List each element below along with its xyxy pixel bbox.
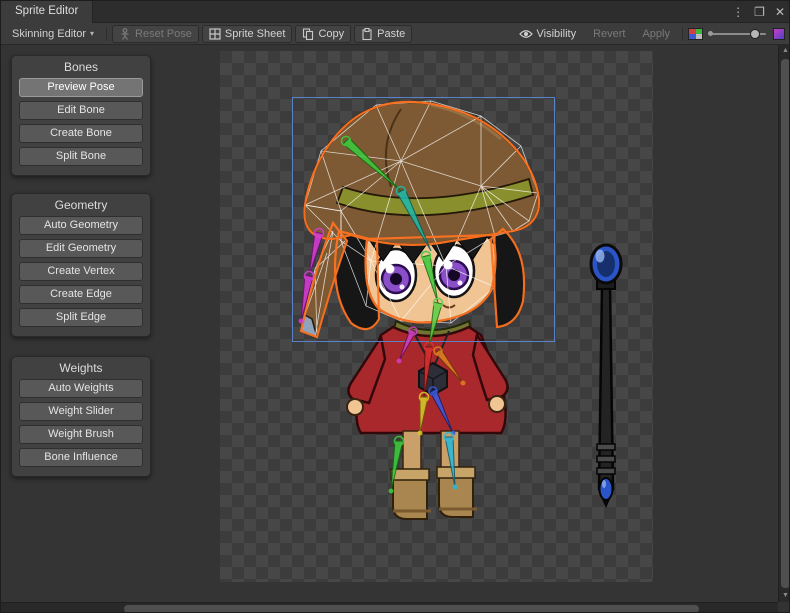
scrollbar-corner xyxy=(778,602,790,613)
window-menu-icon[interactable]: ⋮ xyxy=(732,5,744,19)
toolbar-separator xyxy=(106,27,107,41)
paste-button[interactable]: Paste xyxy=(354,25,412,43)
geometry-panel-title: Geometry xyxy=(12,194,150,216)
scroll-down-arrow-icon[interactable]: ▼ xyxy=(779,590,790,602)
apply-label: Apply xyxy=(642,28,670,40)
horizontal-scrollbar[interactable] xyxy=(1,602,778,613)
bone-gizmo[interactable] xyxy=(418,393,429,436)
bone-gizmo[interactable] xyxy=(429,387,456,436)
paste-label: Paste xyxy=(377,28,405,40)
mode-dropdown-label: Skinning Editor xyxy=(12,28,86,40)
weight-slider-button[interactable]: Weight Slider xyxy=(19,402,143,421)
bone-gizmo[interactable] xyxy=(389,437,404,494)
chevron-down-icon: ▾ xyxy=(90,29,94,38)
reset-pose-label: Reset Pose xyxy=(135,28,192,40)
auto-geometry-button[interactable]: Auto Geometry xyxy=(19,216,143,235)
eye-icon xyxy=(519,29,533,39)
titlebar: Sprite Editor ⋮ ❐ ✕ xyxy=(1,1,789,23)
horizontal-scrollbar-thumb[interactable] xyxy=(124,605,699,613)
sprite-editor-window: Sprite Editor ⋮ ❐ ✕ Skinning Editor ▾ Re… xyxy=(0,0,790,613)
scroll-up-arrow-icon[interactable]: ▲ xyxy=(779,45,790,57)
create-bone-button[interactable]: Create Bone xyxy=(19,124,143,143)
geometry-panel: Geometry Auto Geometry Edit Geometry Cre… xyxy=(11,193,151,337)
bone-gizmo[interactable] xyxy=(299,229,324,324)
bones-panel-title: Bones xyxy=(12,56,150,78)
paste-icon xyxy=(361,28,373,40)
slider-knob[interactable] xyxy=(750,29,760,39)
zoom-slider[interactable] xyxy=(710,25,766,43)
bones-panel: Bones Preview Pose Edit Bone Create Bone… xyxy=(11,55,151,176)
preview-pose-button[interactable]: Preview Pose xyxy=(19,78,143,97)
slider-min-dot xyxy=(708,31,713,36)
bone-gizmo[interactable] xyxy=(434,347,466,386)
split-edge-button[interactable]: Split Edge xyxy=(19,308,143,327)
split-bone-button[interactable]: Split Bone xyxy=(19,147,143,166)
mode-dropdown[interactable]: Skinning Editor ▾ xyxy=(5,25,101,43)
weight-brush-button[interactable]: Weight Brush xyxy=(19,425,143,444)
create-edge-button[interactable]: Create Edge xyxy=(19,285,143,304)
bone-gizmo[interactable] xyxy=(397,327,418,364)
reset-pose-button[interactable]: Reset Pose xyxy=(112,25,199,43)
toolbar-separator xyxy=(682,27,683,41)
revert-button[interactable]: Revert xyxy=(586,25,632,43)
vertical-scrollbar-thumb[interactable] xyxy=(781,59,790,588)
visibility-label: Visibility xyxy=(537,28,577,40)
color-channels-icon[interactable] xyxy=(688,28,703,40)
create-vertex-button[interactable]: Create Vertex xyxy=(19,262,143,281)
canvas-viewport[interactable]: Bones Preview Pose Edit Bone Create Bone… xyxy=(1,45,778,602)
copy-button[interactable]: Copy xyxy=(295,25,351,43)
visibility-button[interactable]: Visibility xyxy=(512,25,584,43)
weights-panel: Weights Auto Weights Weight Slider Weigh… xyxy=(11,356,151,477)
vertical-scrollbar[interactable]: ▲ ▼ xyxy=(778,45,790,602)
weights-panel-title: Weights xyxy=(12,357,150,379)
bone-gizmo[interactable] xyxy=(445,433,458,490)
window-tab[interactable]: Sprite Editor xyxy=(1,1,93,23)
auto-weights-button[interactable]: Auto Weights xyxy=(19,379,143,398)
sprite-sheet-label: Sprite Sheet xyxy=(225,28,286,40)
bone-gizmo[interactable] xyxy=(342,137,402,192)
sprite-sheet-button[interactable]: Sprite Sheet xyxy=(202,25,293,43)
toolbar: Skinning Editor ▾ Reset Pose Sprite Shee… xyxy=(1,23,789,45)
grid-icon xyxy=(209,28,221,40)
apply-button[interactable]: Apply xyxy=(635,25,677,43)
bone-gizmo[interactable] xyxy=(422,252,439,304)
copy-label: Copy xyxy=(318,28,344,40)
bone-influence-button[interactable]: Bone Influence xyxy=(19,448,143,467)
edit-bone-button[interactable]: Edit Bone xyxy=(19,101,143,120)
close-icon[interactable]: ✕ xyxy=(775,5,785,19)
mipmap-icon[interactable] xyxy=(773,28,785,40)
maximize-icon[interactable]: ❐ xyxy=(754,5,765,19)
copy-icon xyxy=(302,28,314,40)
bone-gizmo[interactable] xyxy=(429,299,443,348)
revert-label: Revert xyxy=(593,28,625,40)
pose-icon xyxy=(119,28,131,40)
bone-gizmo[interactable] xyxy=(397,187,432,252)
edit-geometry-button[interactable]: Edit Geometry xyxy=(19,239,143,258)
